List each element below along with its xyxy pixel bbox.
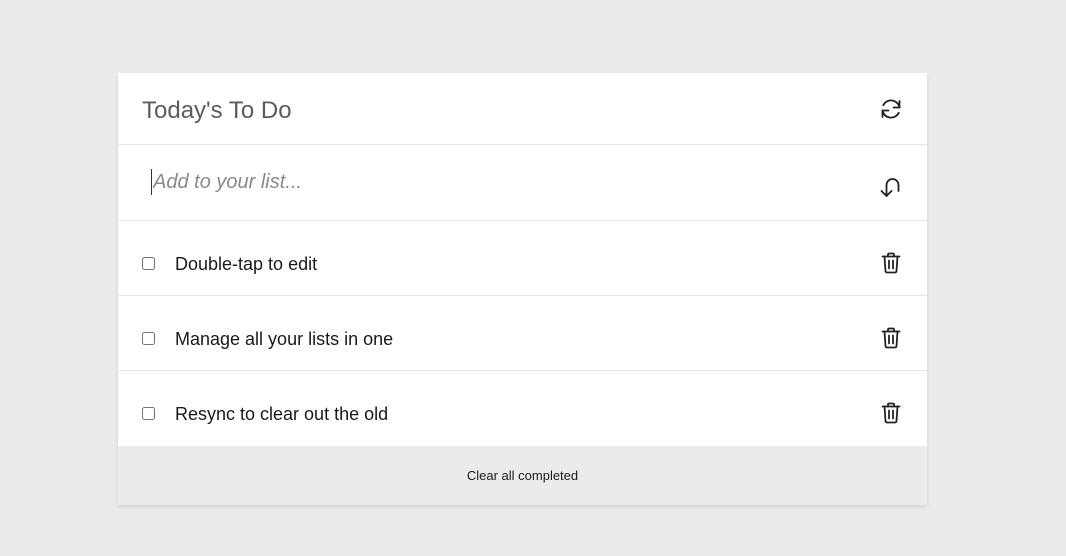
todo-text[interactable]: Resync to clear out the old xyxy=(175,403,388,425)
todo-checkbox[interactable] xyxy=(142,407,155,420)
todo-text[interactable]: Double-tap to edit xyxy=(175,253,317,275)
todo-list: Double-tap to edit Manage all your lists… xyxy=(118,221,927,446)
page-title: Today's To Do xyxy=(142,97,292,124)
add-item-submit-button[interactable] xyxy=(878,174,904,200)
footer: Clear all completed xyxy=(118,446,927,505)
todo-item: Double-tap to edit xyxy=(118,221,927,296)
delete-button[interactable] xyxy=(878,325,904,351)
todo-item: Resync to clear out the old xyxy=(118,371,927,446)
todo-checkbox[interactable] xyxy=(142,332,155,345)
todo-item: Manage all your lists in one xyxy=(118,296,927,371)
todo-checkbox[interactable] xyxy=(142,257,155,270)
add-item-input[interactable] xyxy=(151,169,833,195)
refresh-button[interactable] xyxy=(878,96,904,122)
todo-card: Today's To Do Double-tap to edit xyxy=(118,73,927,505)
return-arrow-icon xyxy=(880,178,900,197)
trash-icon xyxy=(881,402,901,424)
delete-button[interactable] xyxy=(878,400,904,426)
add-item-row xyxy=(118,145,927,221)
trash-icon xyxy=(881,252,901,274)
delete-button[interactable] xyxy=(878,250,904,276)
clear-completed-button[interactable]: Clear all completed xyxy=(459,464,586,487)
header: Today's To Do xyxy=(118,73,927,145)
todo-text[interactable]: Manage all your lists in one xyxy=(175,328,393,350)
trash-icon xyxy=(881,327,901,349)
refresh-icon xyxy=(881,99,901,119)
